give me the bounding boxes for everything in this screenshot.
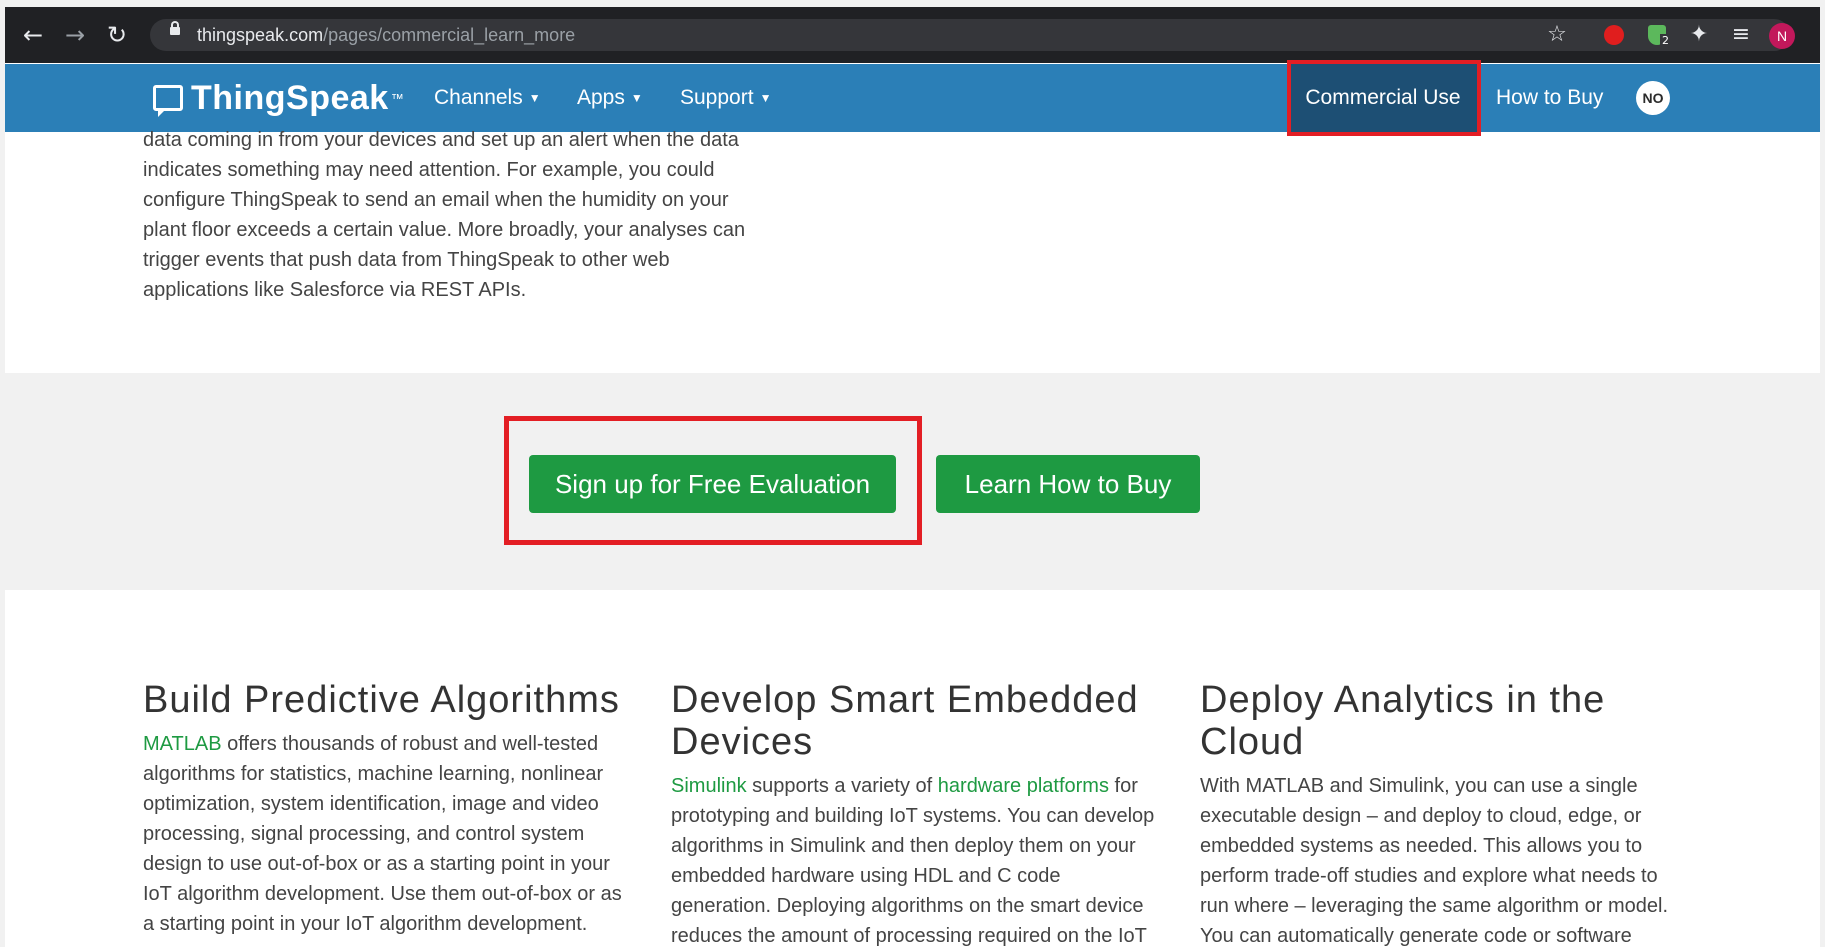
nav-support[interactable]: Support ▼	[680, 86, 771, 110]
intro-paragraph: data coming in from your devices and set…	[143, 129, 746, 301]
profile-avatar[interactable]: N	[1769, 23, 1795, 49]
column-body: for prototyping and building IoT systems…	[671, 775, 1155, 947]
highlight-box-commercial-use	[1287, 60, 1481, 136]
chevron-down-icon: ▼	[630, 91, 643, 106]
column-text: MATLAB offers thousands of robust and we…	[143, 729, 633, 939]
user-account-badge[interactable]: NO	[1636, 81, 1670, 115]
chevron-down-icon: ▼	[528, 91, 541, 106]
matlab-link[interactable]: MATLAB	[143, 733, 222, 755]
learn-how-to-buy-button[interactable]: Learn How to Buy	[936, 455, 1200, 513]
column-title: Build Predictive Algorithms	[143, 679, 620, 721]
column-text: Simulink supports a variety of hardware …	[671, 771, 1161, 947]
column-body: offers thousands of robust and well-test…	[143, 733, 622, 935]
browser-toolbar: ← → ↻ thingspeak.com/pages/commercial_le…	[5, 7, 1820, 63]
extension-adblock-icon[interactable]	[1599, 20, 1629, 50]
logo-trademark: ™	[390, 90, 404, 106]
bookmark-star-icon[interactable]: ☆	[1542, 20, 1572, 50]
nav-apps-label: Apps	[577, 86, 625, 109]
column-title: Develop Smart Embedded Devices	[671, 679, 1139, 763]
reload-icon[interactable]: ↻	[103, 21, 131, 49]
column-text: With MATLAB and Simulink, you can use a …	[1200, 775, 1669, 947]
logo-text: ThingSpeak	[191, 78, 389, 117]
back-arrow-icon[interactable]: ←	[19, 21, 47, 49]
nav-how-to-buy[interactable]: How to Buy	[1496, 86, 1603, 110]
feature-column-predictive: Build Predictive Algorithms MATLAB offer…	[143, 679, 633, 939]
nav-channels-label: Channels	[434, 86, 523, 109]
extensions-puzzle-icon[interactable]: ✦	[1684, 20, 1714, 50]
url-text[interactable]: thingspeak.com/pages/commercial_learn_mo…	[197, 25, 575, 46]
site-navbar: ThingSpeak ™ Channels ▼ Apps ▼ Support ▼ Com…	[5, 64, 1820, 132]
feature-column-embedded: Develop Smart Embedded Devices Simulink …	[671, 679, 1161, 947]
extension-badge-count: 2	[1660, 34, 1671, 47]
simulink-link[interactable]: Simulink	[671, 775, 747, 797]
chevron-down-icon: ▼	[759, 91, 772, 106]
nav-apps[interactable]: Apps ▼	[577, 86, 643, 110]
column-title: Deploy Analytics in the Cloud	[1200, 679, 1606, 763]
speech-bubble-icon	[153, 85, 183, 117]
hardware-platforms-link[interactable]: hardware platforms	[938, 775, 1109, 797]
highlight-box-sign-up	[504, 416, 922, 545]
forward-arrow-icon[interactable]: →	[61, 21, 89, 49]
extension-shield-icon[interactable]: 2	[1642, 20, 1672, 50]
thingspeak-logo[interactable]: ThingSpeak ™	[153, 76, 404, 120]
media-queue-icon[interactable]: ≡	[1726, 20, 1756, 50]
column-body-mid: supports a variety of	[746, 775, 938, 797]
nav-support-label: Support	[680, 86, 754, 109]
browser-window: ← → ↻ thingspeak.com/pages/commercial_le…	[5, 7, 1820, 947]
feature-column-cloud: Deploy Analytics in the Cloud With MATLA…	[1200, 679, 1690, 947]
lock-icon[interactable]	[170, 21, 180, 35]
nav-channels[interactable]: Channels ▼	[434, 86, 541, 110]
